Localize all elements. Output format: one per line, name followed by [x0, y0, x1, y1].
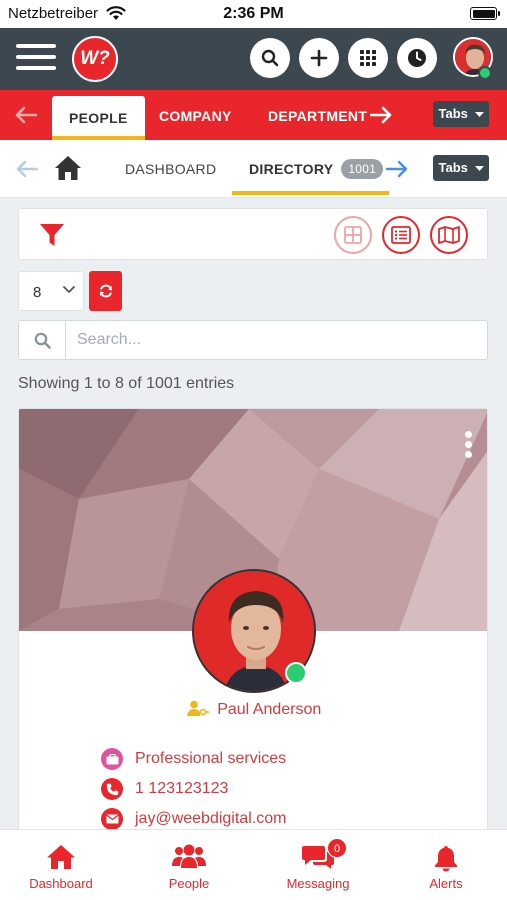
- email-row[interactable]: jay@weebdigital.com: [101, 807, 286, 831]
- user-key-icon: [186, 700, 209, 716]
- nav-messaging-label: Messaging: [286, 876, 350, 891]
- home-icon[interactable]: [54, 155, 82, 181]
- online-indicator: [285, 662, 307, 684]
- tab-department[interactable]: DEPARTMENT: [268, 90, 367, 140]
- caret-down-icon: [474, 165, 484, 171]
- arrow-right-icon[interactable]: [386, 160, 408, 178]
- secondary-tabs: DASHBOARD DIRECTORY 1001 Tabs: [0, 140, 507, 198]
- tab-directory[interactable]: DIRECTORY 1001: [231, 140, 390, 198]
- search-addon: [19, 321, 66, 359]
- tabs-dropdown-label: Tabs: [438, 106, 468, 121]
- bell-icon: [435, 846, 457, 872]
- list-icon: [391, 226, 411, 244]
- search-box: [18, 320, 488, 360]
- nav-people[interactable]: People: [129, 830, 249, 900]
- arrow-left-icon[interactable]: [16, 160, 38, 178]
- people-icon: [172, 844, 206, 868]
- tab-people[interactable]: PEOPLE: [52, 96, 145, 140]
- nav-alerts[interactable]: Alerts: [386, 830, 506, 900]
- arrow-left-icon[interactable]: [15, 106, 37, 124]
- nav-dashboard[interactable]: Dashboard: [1, 830, 121, 900]
- plus-icon: [310, 49, 328, 67]
- entries-info: Showing 1 to 8 of 1001 entries: [18, 375, 235, 392]
- list-view-button[interactable]: [382, 216, 420, 254]
- search-button[interactable]: [250, 38, 290, 78]
- phone-text[interactable]: 1 123123123: [135, 780, 228, 798]
- search-input[interactable]: [67, 321, 487, 359]
- home-icon: [47, 845, 75, 869]
- add-button[interactable]: [299, 38, 339, 78]
- search-icon: [34, 332, 51, 349]
- map-icon: [438, 226, 460, 244]
- app-header: W?: [0, 28, 507, 90]
- toolbar-card: [18, 208, 488, 260]
- map-view-button[interactable]: [430, 216, 468, 254]
- history-button[interactable]: [397, 38, 437, 78]
- nav-dashboard-label: Dashboard: [29, 876, 93, 891]
- nav-alerts-label: Alerts: [429, 876, 463, 891]
- industry-text: Professional services: [135, 750, 287, 767]
- profile-card[interactable]: Paul Anderson Professional services 1 12…: [18, 408, 488, 838]
- arrow-right-icon[interactable]: [370, 106, 392, 124]
- clock-time: 2:36 PM: [223, 5, 284, 22]
- tab-dashboard[interactable]: DASHBOARD: [125, 140, 216, 198]
- industry-row: Professional services: [101, 747, 286, 771]
- refresh-button[interactable]: [89, 271, 122, 311]
- apps-button[interactable]: [348, 38, 388, 78]
- menu-icon[interactable]: [16, 42, 56, 72]
- tabs-dropdown-label: Tabs: [438, 160, 468, 175]
- chevron-down-icon: [63, 286, 75, 293]
- grid-icon: [344, 226, 362, 244]
- message-count-badge: 0: [327, 838, 347, 858]
- phone-icon: [101, 778, 123, 800]
- tabs-dropdown[interactable]: Tabs: [433, 101, 489, 127]
- caret-down-icon: [474, 111, 484, 117]
- grid-view-button[interactable]: [334, 216, 372, 254]
- bottom-nav: Dashboard People 0 Messaging Alerts: [0, 829, 507, 900]
- tab-directory-label: DIRECTORY: [249, 161, 334, 177]
- online-indicator: [478, 66, 492, 80]
- filter-icon[interactable]: [39, 223, 65, 247]
- person-name: Paul Anderson: [217, 701, 322, 718]
- apps-grid-icon: [360, 50, 376, 66]
- tabs-dropdown[interactable]: Tabs: [433, 155, 489, 181]
- person-name-row[interactable]: Paul Anderson: [19, 700, 487, 719]
- phone-row[interactable]: 1 123123123: [101, 777, 228, 801]
- briefcase-icon: [101, 748, 123, 770]
- status-bar: Netzbetreiber 2:36 PM: [0, 0, 507, 28]
- tab-company[interactable]: COMPANY: [159, 90, 232, 140]
- refresh-icon: [99, 284, 112, 298]
- primary-tabs: PEOPLE COMPANY DEPARTMENT Tabs: [0, 90, 507, 140]
- app-logo[interactable]: W?: [72, 36, 118, 82]
- email-text[interactable]: jay@weebdigital.com: [135, 810, 286, 828]
- more-options-icon[interactable]: [465, 431, 473, 461]
- battery-icon: [470, 7, 500, 20]
- directory-count-badge: 1001: [341, 159, 384, 180]
- page-size-value: 8: [33, 284, 42, 301]
- nav-messaging[interactable]: 0 Messaging: [258, 830, 378, 900]
- email-icon: [101, 808, 123, 830]
- page-size-select[interactable]: 8: [18, 271, 84, 311]
- search-icon: [261, 49, 279, 67]
- clock-icon: [408, 49, 426, 67]
- nav-people-label: People: [168, 876, 210, 891]
